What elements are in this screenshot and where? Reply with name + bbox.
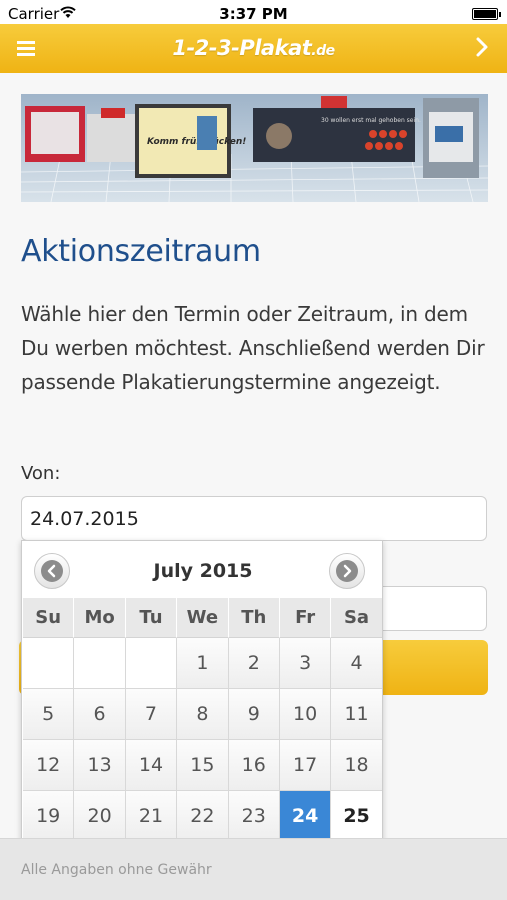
day-cell[interactable]: 16 <box>228 740 280 791</box>
app-screen: Carrier 3:37 PM 1-2-3-Plakat.de Komm frü… <box>0 0 507 900</box>
intro-text: Wähle hier den Termin oder Zeitraum, in … <box>21 302 485 394</box>
logo-text: 1-2-3-Plakat <box>172 36 312 60</box>
battery-icon <box>472 8 501 20</box>
weekday-label: Th <box>228 598 280 638</box>
day-cell[interactable]: 2 <box>228 638 280 689</box>
week-row: 5 6 7 8 9 10 11 <box>23 689 382 740</box>
day-cell[interactable]: 7 <box>125 689 178 740</box>
day-cell[interactable]: 8 <box>177 689 229 740</box>
day-cell[interactable]: 23 <box>228 791 280 842</box>
arrow-right-icon <box>343 564 352 578</box>
poster-text: Komm frühstücken! <box>147 137 246 147</box>
week-row: 12 13 14 15 16 17 18 <box>23 740 382 791</box>
day-cell[interactable]: 5 <box>23 689 75 740</box>
weekday-label: We <box>177 598 229 638</box>
chevron-right-icon[interactable] <box>475 36 489 58</box>
weekday-header-row: Su Mo Tu We Th Fr Sa <box>23 598 382 638</box>
day-cell[interactable]: 21 <box>125 791 178 842</box>
day-cell[interactable]: 6 <box>74 689 126 740</box>
day-cell[interactable]: 13 <box>74 740 126 791</box>
day-cell[interactable]: 22 <box>177 791 229 842</box>
empty-day-cell <box>74 638 126 689</box>
day-cell[interactable]: 20 <box>74 791 126 842</box>
next-month-button[interactable] <box>329 553 365 589</box>
day-cell-today[interactable]: 25 <box>331 791 382 842</box>
weekday-label: Su <box>23 598 75 638</box>
von-label: Von: <box>21 463 61 484</box>
day-cell[interactable]: 10 <box>279 689 332 740</box>
day-cell[interactable]: 12 <box>23 740 75 791</box>
day-cell[interactable]: 9 <box>228 689 280 740</box>
clock: 3:37 PM <box>219 5 288 23</box>
empty-day-cell <box>125 638 178 689</box>
disclaimer-text: Alle Angaben ohne Gewähr <box>21 862 212 878</box>
weekday-label: Tu <box>125 598 178 638</box>
calendar-grid: Su Mo Tu We Th Fr Sa 1 2 3 4 5 6 7 8 9 10 11 12 13 14 15 16 17 1… <box>23 598 382 842</box>
weekday-label: Mo <box>74 598 126 638</box>
app-logo: 1-2-3-Plakat.de <box>0 36 507 60</box>
day-cell[interactable]: 17 <box>279 740 332 791</box>
day-cell[interactable]: 1 <box>177 638 229 689</box>
billboard-text: 30 wollen erst mal gehoben sein. <box>321 117 421 124</box>
footer: Alle Angaben ohne Gewähr <box>0 838 507 900</box>
week-row: 1234 <box>23 638 382 689</box>
day-cell[interactable]: 15 <box>177 740 229 791</box>
datepicker-header: July 2015 <box>22 541 382 599</box>
weekday-label: Sa <box>331 598 382 638</box>
day-cell[interactable]: 4 <box>331 638 382 689</box>
weekday-label: Fr <box>279 598 332 638</box>
day-cell[interactable]: 14 <box>125 740 178 791</box>
week-row: 19 20 21 22 23 24 25 <box>23 791 382 842</box>
datepicker-popup: July 2015 Su Mo Tu We Th Fr Sa 1 2 3 4 5 6 7 8 9 10 11 12 1… <box>21 540 383 850</box>
day-cell[interactable]: 11 <box>331 689 382 740</box>
nav-bar: 1-2-3-Plakat.de <box>0 24 507 73</box>
day-cell[interactable]: 18 <box>331 740 382 791</box>
page-title: Aktionszeitraum <box>21 234 261 269</box>
empty-day-cell <box>23 638 75 689</box>
day-cell[interactable]: 19 <box>23 791 75 842</box>
banner-image: Komm frühstücken! 30 wollen erst mal geh… <box>21 94 488 202</box>
logo-tld: .de <box>311 43 335 59</box>
von-date-field[interactable]: 24.07.2015 <box>21 496 487 541</box>
day-cell[interactable]: 3 <box>279 638 332 689</box>
day-cell-selected[interactable]: 24 <box>279 791 332 842</box>
